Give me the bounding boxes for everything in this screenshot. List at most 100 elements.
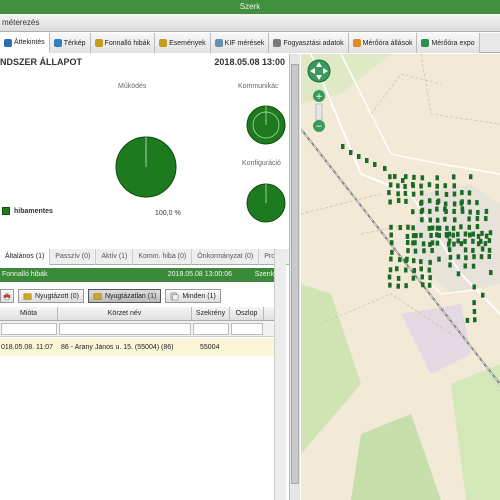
meter-marker	[468, 174, 473, 180]
svg-text:+: +	[315, 92, 323, 102]
subtab-2[interactable]: Aktív (1)	[96, 249, 134, 265]
meter-marker	[398, 257, 402, 263]
meter-marker	[383, 166, 387, 171]
pie-chart-kommunikacio	[246, 105, 286, 145]
subtab-0[interactable]: Általános (1)	[0, 249, 51, 265]
meter-marker	[421, 241, 426, 247]
chart-label-konfiguracio: Konfiguráció	[242, 160, 281, 167]
table-icon	[273, 39, 282, 47]
tab-4[interactable]: KIF mérések	[210, 33, 270, 53]
meter-marker	[480, 246, 485, 252]
meter-marker	[420, 274, 425, 280]
tab-2[interactable]: Fonnalló hibák	[90, 33, 156, 53]
meter-marker	[419, 200, 423, 206]
meter-marker	[476, 233, 481, 239]
meter-marker	[414, 233, 418, 239]
meter-marker	[349, 150, 353, 155]
subtab-1[interactable]: Passzív (0)	[50, 249, 97, 265]
meter-marker	[456, 254, 461, 260]
meter-marker	[412, 267, 417, 273]
meter-marker	[405, 240, 410, 246]
meter-marker	[447, 231, 452, 237]
meter-marker	[411, 182, 415, 187]
tab-6[interactable]: Mérőóra állások	[348, 33, 418, 53]
panel-splitter-scrollbar[interactable]	[289, 54, 300, 500]
zoom-slider	[315, 103, 323, 121]
meter-marker	[451, 225, 456, 231]
meter-marker	[460, 190, 464, 196]
chart-label-mukodes: Működés	[118, 83, 147, 90]
meter-marker	[459, 200, 464, 206]
meter-marker	[452, 241, 456, 247]
meter-marker	[460, 208, 465, 214]
filter-all-button[interactable]: Minden (1)	[165, 289, 221, 303]
meter-marker	[468, 209, 472, 215]
meter-marker	[390, 249, 394, 255]
pie-chart-konfiguracio	[246, 183, 286, 223]
column-header-korzet-nev[interactable]: Körzet név	[58, 307, 192, 320]
column-header-mióta[interactable]: Mióta	[0, 307, 58, 320]
meter-marker	[430, 240, 435, 246]
errors-date: 2018.05.08 13:00:06	[167, 271, 232, 278]
meter-marker	[373, 162, 377, 167]
menu-bar[interactable]: méterezés	[0, 14, 500, 32]
errors-header-bar: Fonnalló hibák 2018.05.08 13:00:06 Szenk…	[0, 268, 285, 282]
filter-unacknowledged-button[interactable]: Nyugtázatlan (1)	[87, 289, 162, 303]
column-header-oszlop[interactable]: Oszlop	[230, 307, 264, 320]
filter-input-mióta[interactable]	[1, 323, 57, 335]
meter-marker	[445, 225, 449, 231]
meter-marker	[480, 230, 484, 236]
column-header-szekreny[interactable]: Szekrény	[192, 307, 230, 320]
overview-icon	[4, 38, 12, 47]
filter-input-oszlop[interactable]	[231, 323, 263, 335]
meter-marker	[419, 259, 423, 265]
tab-5[interactable]: Fogyasztási adatok	[269, 33, 349, 53]
tab-1[interactable]: Térkép	[49, 33, 91, 53]
meter-marker	[435, 183, 439, 189]
filter-input-korzet-nev[interactable]	[59, 323, 191, 335]
scrollbar-thumb[interactable]	[291, 64, 299, 484]
meter-marker	[459, 241, 464, 247]
system-status-header: NDSZER ÁLLAPOT 2018.05.08 13:00	[0, 54, 289, 70]
meter-marker	[387, 190, 391, 196]
meter-marker	[448, 262, 452, 268]
legend-swatch	[2, 207, 10, 215]
meter-marker	[389, 232, 393, 238]
status-subtabs: Általános (1) Passzív (0) Aktív (1) Komm. h…	[0, 249, 290, 265]
meter-marker	[465, 317, 470, 323]
table-row[interactable]: 018.05.08. 11:07 86 - Arany János u. 15.…	[0, 338, 285, 356]
filter-acknowledged-button[interactable]: Nyugtázott (0)	[18, 289, 84, 303]
cell-szekreny: 55004	[200, 343, 220, 351]
map-zoom-control[interactable]: + −	[306, 58, 332, 134]
meter-marker	[430, 225, 435, 231]
tab-3[interactable]: Események	[155, 33, 211, 53]
meter-marker	[435, 240, 440, 246]
menu-bar-label[interactable]: méterezés	[2, 18, 39, 27]
print-button[interactable]	[0, 289, 14, 303]
meter-marker	[404, 198, 408, 204]
meter-marker	[435, 200, 440, 206]
meter-marker	[452, 183, 457, 189]
meter-marker	[472, 309, 477, 315]
meter-marker	[487, 254, 491, 260]
tab-7[interactable]: Mérőóra expo	[417, 33, 480, 53]
meter-marker	[422, 248, 426, 254]
system-status-title: NDSZER ÁLLAPOT	[0, 57, 82, 67]
meter-marker	[412, 174, 416, 180]
meter-marker	[411, 258, 416, 264]
meter-marker	[444, 191, 449, 197]
table-scrollbar[interactable]	[274, 249, 286, 500]
meter-marker	[456, 271, 461, 277]
meter-marker	[456, 238, 460, 244]
subtab-4[interactable]: Önkormányzat (0)	[192, 249, 260, 265]
book-icon	[94, 39, 103, 47]
meter-marker	[471, 238, 475, 244]
subtab-3[interactable]: Komm. hiba (0)	[133, 249, 193, 265]
tab-0[interactable]: Áttekintés	[0, 33, 50, 53]
filter-input-szekreny[interactable]	[193, 323, 229, 335]
meter-marker	[395, 266, 399, 272]
meter-marker	[475, 224, 480, 230]
meter-marker	[396, 198, 401, 204]
meter-marker	[388, 199, 392, 205]
meter-marker	[435, 206, 439, 212]
